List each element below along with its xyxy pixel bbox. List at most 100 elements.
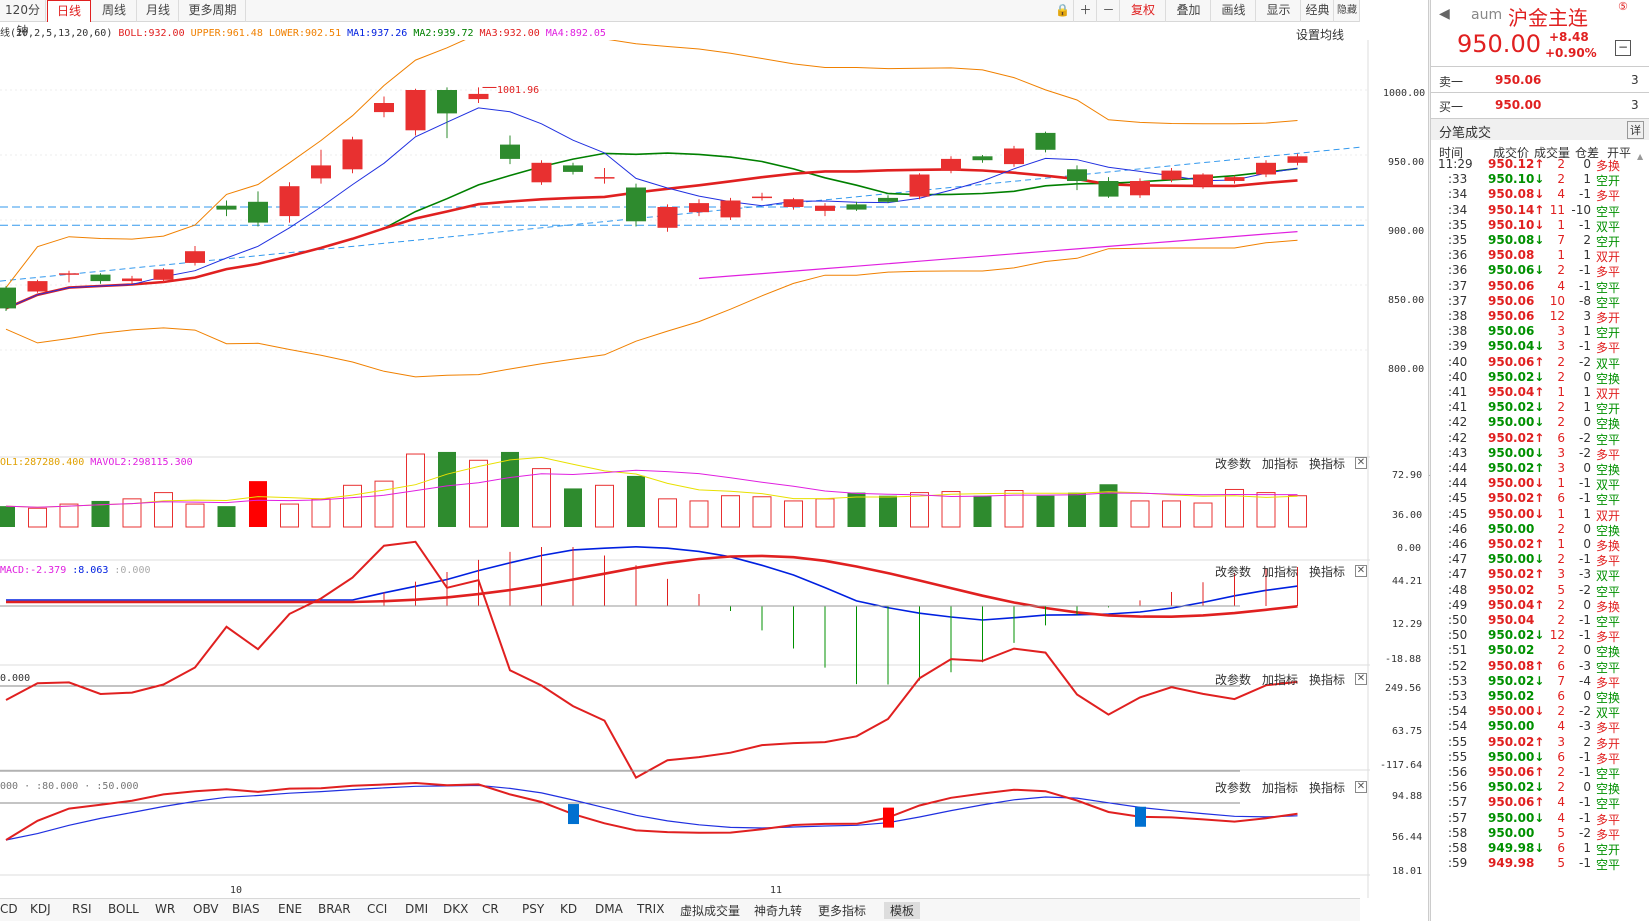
vol-change-params-button[interactable]: 改参数 xyxy=(1215,455,1251,472)
hide-button[interactable]: 隐藏 xyxy=(1335,0,1360,22)
tick-volume: 1 xyxy=(1557,248,1565,263)
tick-price: 950.02↓ xyxy=(1488,628,1545,643)
draw-line-button[interactable]: 画线 xyxy=(1212,0,1256,22)
vol-add-indicator-button[interactable]: 加指标 xyxy=(1262,455,1298,472)
p3-line xyxy=(5,540,1298,779)
tick-price: 950.02↓ xyxy=(1488,369,1545,384)
tick-row: :33 950.10↓ 2 1 空开 xyxy=(1436,172,1649,188)
indicator-tab[interactable]: OBV xyxy=(193,902,219,916)
tick-oi-change: -1 xyxy=(1579,187,1591,202)
tick-price: 950.00↓ xyxy=(1488,749,1545,764)
tick-row: :57 950.00↓ 4 -1 多平 xyxy=(1436,811,1649,827)
collapse-icon[interactable]: − xyxy=(1615,40,1631,56)
volume-bar xyxy=(689,500,709,528)
indicator-tab[interactable]: KDJ xyxy=(30,902,51,916)
indicator-tab[interactable]: PSY xyxy=(522,902,544,916)
p3-add-indicator-button[interactable]: 加指标 xyxy=(1262,671,1298,688)
candle-body xyxy=(1161,170,1182,180)
p3-close-icon[interactable]: ✕ xyxy=(1355,673,1367,685)
indicator-tab[interactable]: TRIX xyxy=(637,902,664,916)
tick-volume: 2 xyxy=(1557,400,1565,415)
tab-weekly[interactable]: 周线 xyxy=(92,0,137,22)
macd-close-icon[interactable]: ✕ xyxy=(1355,565,1367,577)
tick-volume: 3 xyxy=(1557,734,1565,749)
zoom-out-icon[interactable]: － xyxy=(1098,0,1120,22)
tick-oi-change: 1 xyxy=(1583,400,1591,415)
display-dropdown[interactable]: 显示 xyxy=(1257,0,1301,22)
tab-daily[interactable]: 日线 xyxy=(47,0,91,22)
tick-oi-change: 1 xyxy=(1583,506,1591,521)
kline-chart[interactable] xyxy=(0,40,1370,898)
tick-time: :47 xyxy=(1448,552,1468,567)
indicator-tab[interactable]: KD xyxy=(560,902,577,916)
volume-bar xyxy=(1193,502,1213,528)
indicator-tab[interactable]: 模板 xyxy=(884,902,921,919)
p4-change-params-button[interactable]: 改参数 xyxy=(1215,779,1251,796)
indicator-tab[interactable]: DKX xyxy=(443,902,468,916)
p3-change-params-button[interactable]: 改参数 xyxy=(1215,671,1251,688)
tick-oi-change: -3 xyxy=(1579,719,1591,734)
indicator-tab[interactable]: RSI xyxy=(72,902,92,916)
indicator-tab[interactable]: DMI xyxy=(405,902,428,916)
p4-add-indicator-button[interactable]: 加指标 xyxy=(1262,779,1298,796)
zoom-in-icon[interactable]: ＋ xyxy=(1075,0,1097,22)
macd-swap-indicator-button[interactable]: 换指标 xyxy=(1309,563,1345,580)
indicator-tab[interactable]: BIAS xyxy=(232,902,260,916)
volume-bar xyxy=(280,503,299,528)
indicator-tab[interactable]: CR xyxy=(482,902,499,916)
tick-oi-change: -3 xyxy=(1579,658,1591,673)
macd-add-indicator-button[interactable]: 加指标 xyxy=(1262,563,1298,580)
tick-oi-change: -1 xyxy=(1579,263,1591,278)
indicator-tab[interactable]: ENE xyxy=(278,902,302,916)
p4-close-icon[interactable]: ✕ xyxy=(1355,781,1367,793)
indicator-tab[interactable]: 更多指标 xyxy=(818,902,866,919)
p4-swap-indicator-button[interactable]: 换指标 xyxy=(1309,779,1345,796)
tick-volume: 1 xyxy=(1557,217,1565,232)
tab-120min[interactable]: 120分钟 xyxy=(0,0,46,38)
tick-time: :55 xyxy=(1448,749,1468,764)
tick-price: 950.06 xyxy=(1488,309,1535,323)
indicator-tab[interactable]: WR xyxy=(155,902,175,916)
legend-boll: BOLL:932.00 xyxy=(118,28,185,39)
info-icon[interactable]: ⑤ xyxy=(1618,0,1628,13)
tick-oi-change: 0 xyxy=(1583,415,1591,430)
lock-icon[interactable]: 🔒 xyxy=(1052,0,1074,22)
detail-button[interactable]: 详 xyxy=(1627,121,1644,139)
indicator-tab[interactable]: DMA xyxy=(595,902,623,916)
adjust-dropdown[interactable]: 复权 xyxy=(1121,0,1166,22)
more-periods-dropdown[interactable]: 更多周期 xyxy=(180,0,246,22)
indicator-tab[interactable]: 神奇九转 xyxy=(754,902,802,919)
classic-button[interactable]: 经典 xyxy=(1302,0,1334,22)
back-arrow-icon[interactable]: ◀ xyxy=(1439,6,1450,22)
candle-body xyxy=(1256,162,1276,175)
tick-volume: 1 xyxy=(1557,476,1565,491)
tick-volume: 3 xyxy=(1557,339,1565,354)
candle-body xyxy=(0,287,16,309)
macd-change-params-button[interactable]: 改参数 xyxy=(1215,563,1251,580)
indicator-tab[interactable]: BOLL xyxy=(108,902,139,916)
indicator-tab[interactable]: BRAR xyxy=(318,902,351,916)
legend-ma1: MA1:937.26 xyxy=(347,28,408,39)
overlay-dropdown[interactable]: 叠加 xyxy=(1167,0,1211,22)
tab-monthly[interactable]: 月线 xyxy=(138,0,179,22)
candle-body xyxy=(626,187,646,222)
p3-swap-indicator-button[interactable]: 换指标 xyxy=(1309,671,1345,688)
indicator-tab[interactable]: 虚拟成交量 xyxy=(680,902,740,919)
vol-close-icon[interactable]: ✕ xyxy=(1355,457,1367,469)
tick-time: :41 xyxy=(1448,400,1468,415)
volume-bar xyxy=(1099,484,1118,527)
tick-oi-change: -1 xyxy=(1579,476,1591,491)
indicator-tab[interactable]: CD xyxy=(0,902,18,916)
tick-oi-change: 0 xyxy=(1583,521,1591,536)
indicator-tab[interactable]: CCI xyxy=(367,902,387,916)
bid-volume: 3 xyxy=(1631,98,1639,112)
tick-time: :46 xyxy=(1448,521,1468,536)
tick-price: 950.02↑ xyxy=(1488,567,1545,582)
vol-legend: OL1:287280.400 MAVOL2:298115.300 xyxy=(0,457,199,473)
tick-time: :58 xyxy=(1448,841,1468,855)
vol-swap-indicator-button[interactable]: 换指标 xyxy=(1309,455,1345,472)
tick-time: :37 xyxy=(1448,278,1468,293)
tick-oi-change: -1 xyxy=(1579,217,1591,232)
volume-bar xyxy=(910,492,929,528)
volume-bar xyxy=(532,468,551,528)
